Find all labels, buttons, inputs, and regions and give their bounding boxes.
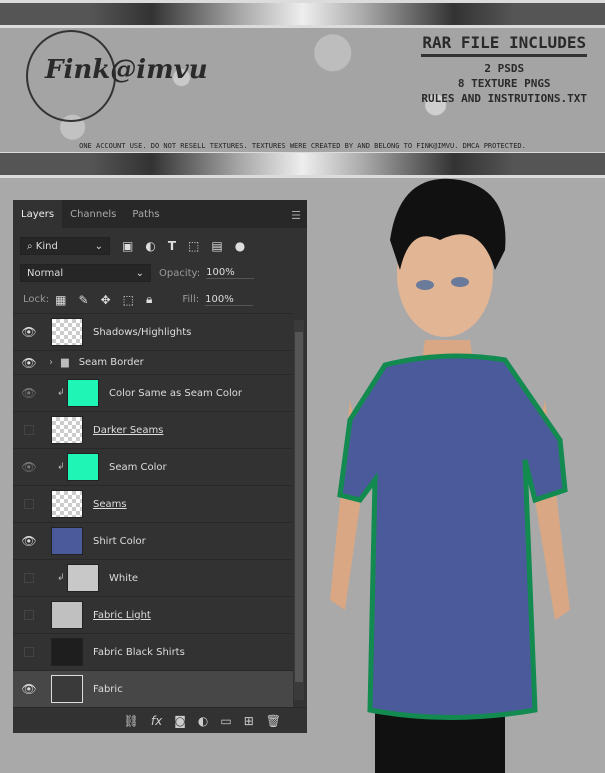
layers-panel: Layers Channels Paths ☰ ⌕ Kind ⌄ ▣ ◐ T ⬚ …	[13, 200, 307, 733]
layer-row[interactable]: Darker Seams	[13, 411, 293, 448]
clipping-icon: ↲	[57, 388, 65, 398]
layer-name: Fabric Black Shirts	[93, 646, 185, 658]
rar-contents: RAR FILE INCLUDES 2 PSDS 8 TEXTURE PNGS …	[421, 33, 587, 106]
layer-row[interactable]: Seams	[13, 485, 293, 522]
usage-notice: ONE ACCOUNT USE. DO NOT RESELL TEXTURES.…	[79, 142, 526, 150]
tab-layers[interactable]: Layers	[13, 200, 63, 228]
layer-row-selected[interactable]: 👁︎ Fabric	[13, 670, 293, 707]
fill-label: Fill:	[182, 294, 200, 305]
layer-row[interactable]: 👁︎ ↲ Color Same as Seam Color	[13, 374, 293, 411]
new-group-icon[interactable]: ▭	[220, 714, 231, 728]
layer-row[interactable]: 👁︎ ↲ Seam Color	[13, 448, 293, 485]
layer-name: Shadows/Highlights	[93, 326, 192, 338]
layer-thumbnail	[51, 601, 83, 629]
layer-name: Color Same as Seam Color	[109, 387, 243, 399]
lock-all-icon[interactable]: 🔒︎	[146, 292, 152, 307]
lock-brush-icon[interactable]: ✎	[79, 293, 89, 307]
visibility-checkbox[interactable]	[24, 610, 34, 620]
layer-thumbnail	[51, 638, 83, 666]
lock-artboard-icon[interactable]: ⬚	[123, 293, 134, 307]
shape-filter-icon[interactable]: ⬚	[188, 239, 199, 253]
layers-list: 👁︎ Shadows/Highlights 👁︎ › ▆ Seam Border 👁︎ ↲…	[13, 313, 293, 707]
lock-label: Lock:	[23, 294, 50, 305]
avatar-preview	[330, 178, 570, 773]
link-layers-icon[interactable]: ⛓	[124, 714, 139, 728]
logo: Fink@imvu	[45, 55, 208, 85]
banner: Fink@imvu RAR FILE INCLUDES 2 PSDS 8 TEX…	[0, 0, 605, 178]
layer-name: Fabric Light	[93, 609, 151, 621]
adjustment-layer-icon[interactable]: ◐	[198, 714, 208, 728]
chrome-bar	[0, 3, 605, 25]
rar-item: 8 TEXTURE PNGS	[457, 77, 551, 90]
layer-thumbnail	[67, 379, 99, 407]
layer-thumbnail	[51, 318, 83, 346]
eye-icon[interactable]: 👁︎	[13, 682, 45, 696]
layer-name: Seam Border	[78, 357, 144, 368]
rar-item: RULES AND INSTRUTIONS.TXT	[421, 92, 587, 105]
visibility-checkbox[interactable]	[24, 647, 34, 657]
opacity-label: Opacity:	[159, 267, 201, 279]
layer-row[interactable]: 👁︎ Shirt Color	[13, 522, 293, 559]
layer-row[interactable]: ↲ White	[13, 559, 293, 596]
eye-icon[interactable]: 👁︎	[13, 386, 45, 400]
clipping-icon: ↲	[57, 462, 65, 472]
blend-mode-label: Normal	[27, 267, 64, 279]
panel-menu-icon[interactable]: ☰	[291, 209, 301, 222]
lock-transparent-icon[interactable]: ▦	[55, 293, 66, 307]
layer-name: Seams	[93, 498, 127, 510]
layer-thumbnail	[51, 527, 83, 555]
layer-name: White	[109, 572, 139, 584]
eye-icon[interactable]: 👁︎	[13, 534, 45, 548]
adjustment-filter-icon[interactable]: ◐	[145, 239, 155, 253]
layer-row[interactable]: 👁︎ Shadows/Highlights	[13, 313, 293, 350]
layer-name: Seam Color	[109, 461, 167, 473]
opacity-input[interactable]: 100%	[206, 267, 255, 279]
layer-row[interactable]: Fabric Light	[13, 596, 293, 633]
fx-icon[interactable]: fx	[151, 714, 162, 728]
filter-kind-select[interactable]: ⌕ Kind ⌄	[20, 237, 110, 255]
clipping-icon: ↲	[57, 573, 65, 583]
tab-paths[interactable]: Paths	[124, 200, 167, 228]
type-filter-icon[interactable]: T	[168, 239, 176, 253]
image-filter-icon[interactable]: ▣	[122, 239, 133, 253]
trash-icon[interactable]: 🗑︎	[266, 714, 281, 728]
eye-icon[interactable]: 👁︎	[13, 325, 45, 339]
layer-thumbnail	[51, 490, 83, 518]
layer-name: Fabric	[93, 683, 123, 695]
new-layer-icon[interactable]: ⊞	[244, 714, 254, 728]
layer-thumbnail	[67, 453, 99, 481]
rar-item: 2 PSDS	[484, 62, 525, 75]
layer-group-row[interactable]: 👁︎ › ▆ Seam Border	[13, 350, 293, 374]
filter-toggle-icon[interactable]: ●	[235, 239, 245, 253]
blend-mode-select[interactable]: Normal ⌄	[20, 264, 151, 282]
eye-icon[interactable]: 👁︎	[13, 356, 45, 370]
add-mask-icon[interactable]: ◙	[174, 714, 186, 728]
layer-thumbnail	[51, 416, 83, 444]
layer-row[interactable]: Fabric Black Shirts	[13, 633, 293, 670]
rar-title: RAR FILE INCLUDES	[421, 33, 587, 57]
layers-scrollbar[interactable]	[294, 320, 304, 700]
smart-object-filter-icon[interactable]: ▤	[211, 239, 222, 253]
layer-thumbnail	[51, 675, 83, 703]
visibility-checkbox[interactable]	[24, 499, 34, 509]
layer-thumbnail	[67, 564, 99, 592]
layer-name: Darker Seams	[93, 424, 164, 436]
visibility-checkbox[interactable]	[24, 573, 34, 583]
layer-name: Shirt Color	[93, 535, 146, 547]
filter-kind-label: Kind	[35, 240, 58, 252]
lock-move-icon[interactable]: ✥	[101, 293, 111, 307]
visibility-checkbox[interactable]	[24, 425, 34, 435]
tab-channels[interactable]: Channels	[62, 200, 124, 228]
expand-chevron-icon[interactable]: ›	[49, 357, 53, 368]
eye-icon[interactable]: 👁︎	[13, 460, 45, 474]
fill-input[interactable]: 100%	[205, 294, 254, 306]
folder-icon: ▆	[61, 357, 69, 368]
